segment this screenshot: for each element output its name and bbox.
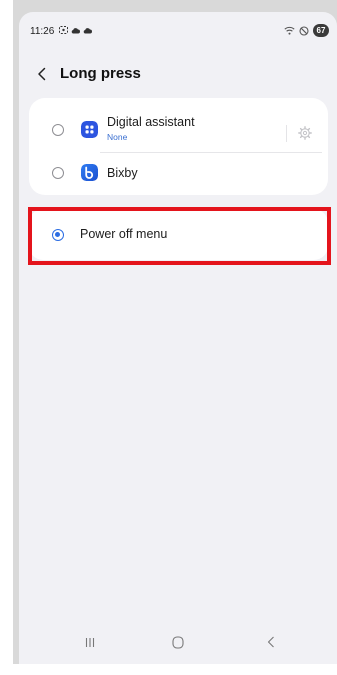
radio-digital-assistant[interactable] (52, 124, 64, 136)
do-not-disturb-icon (299, 25, 309, 36)
battery-icon: 67 (313, 24, 329, 37)
home-icon (172, 635, 184, 649)
status-bar: 11:26 67 (19, 12, 337, 42)
home-button[interactable] (167, 632, 189, 652)
cloud-icon (71, 27, 80, 33)
navigation-bar (19, 620, 337, 664)
back-nav-button[interactable] (260, 632, 282, 652)
back-icon (267, 636, 274, 648)
recents-button[interactable] (79, 632, 101, 652)
status-time: 11:26 (30, 26, 55, 37)
radio-bixby[interactable] (52, 167, 64, 179)
option-subtitle-digital-assistant: None (107, 132, 128, 142)
page-title: Long press (60, 65, 141, 82)
option-digital-assistant[interactable]: Digital assistant None (19, 110, 337, 152)
cloud-icon (83, 27, 92, 33)
option-power-off-menu[interactable]: Power off menu (29, 209, 328, 260)
bixby-icon (81, 164, 98, 181)
option-bixby[interactable]: Bixby (19, 153, 337, 193)
settings-divider (286, 125, 287, 142)
option-label-bixby: Bixby (107, 166, 138, 180)
chevron-left-icon (38, 67, 46, 81)
wifi-icon (284, 26, 295, 35)
gear-icon (298, 126, 312, 140)
option-label-power-off-menu: Power off menu (80, 227, 168, 241)
option-label-digital-assistant: Digital assistant (107, 115, 195, 129)
digital-assistant-icon (81, 121, 98, 138)
phone-screen: 11:26 67 Long press Digital assistant No… (19, 12, 337, 664)
screenshot-icon (59, 26, 68, 34)
system-icons: 67 (284, 24, 329, 37)
app-header: Long press (19, 62, 337, 88)
notification-icons (59, 26, 92, 34)
assistant-settings-button[interactable] (297, 125, 313, 141)
radio-power-off-menu[interactable] (52, 229, 64, 241)
back-button[interactable] (31, 62, 53, 86)
recents-icon (85, 637, 95, 647)
